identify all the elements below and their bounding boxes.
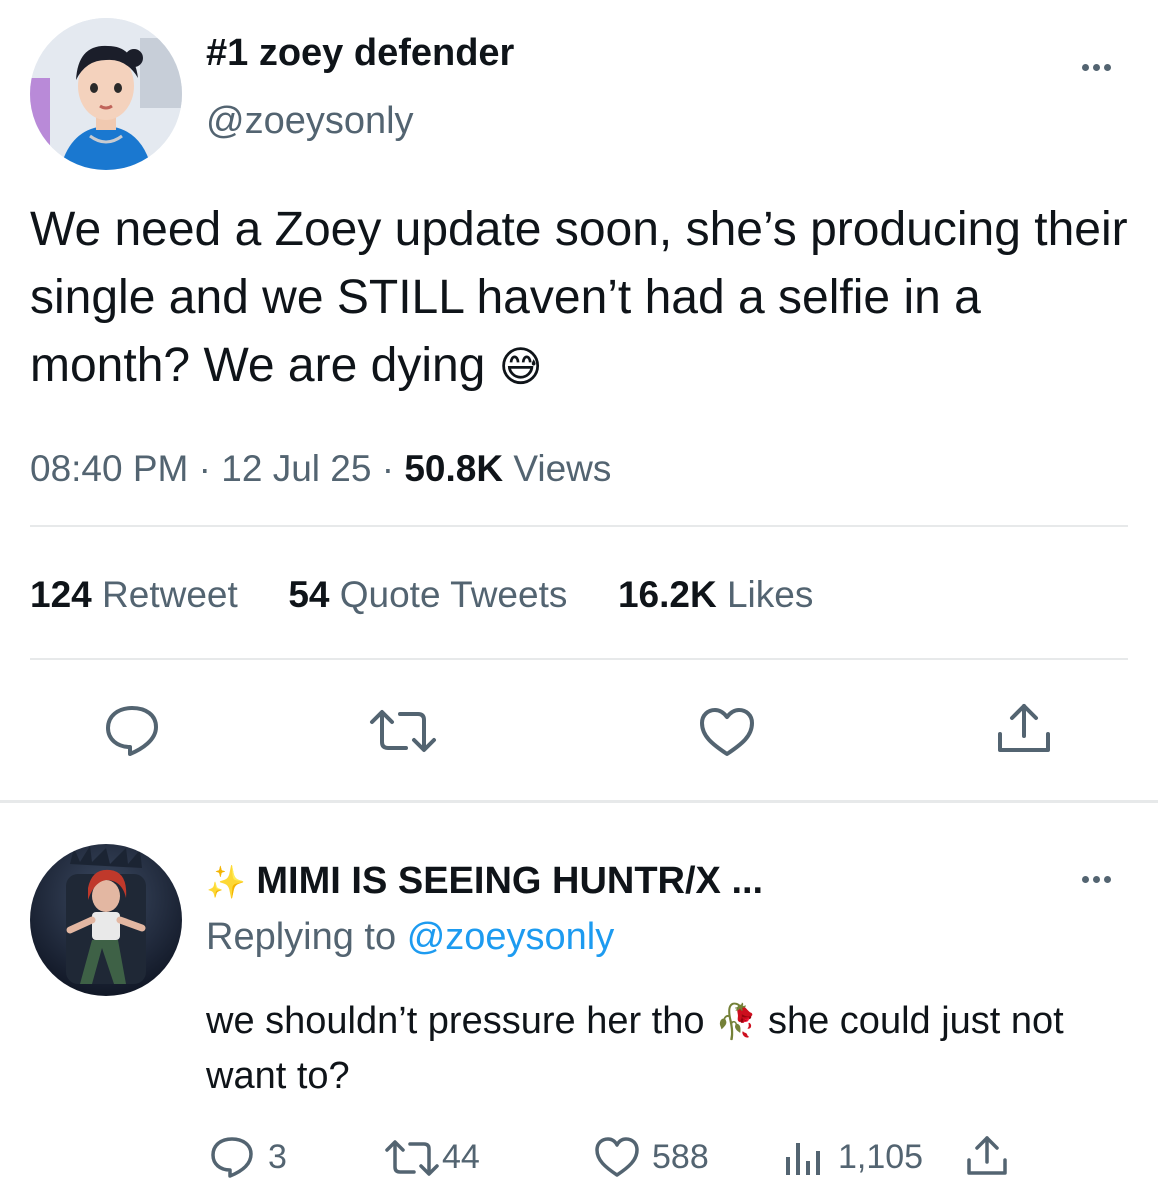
views-count: 50.8K xyxy=(404,448,504,489)
replying-to: Replying to @zoeysonly xyxy=(206,916,614,959)
share-icon[interactable] xyxy=(994,702,1054,756)
retweets-stat[interactable]: 124 Retweet xyxy=(30,574,248,615)
tweet-body: We need a Zoey update soon, she’s produc… xyxy=(30,203,1128,392)
more-dots-icon[interactable] xyxy=(1082,64,1111,71)
bar-chart-icon xyxy=(782,1139,824,1177)
quotes-count: 54 xyxy=(288,574,330,615)
divider xyxy=(30,525,1128,527)
more-dots-icon[interactable] xyxy=(1082,876,1111,883)
retweet-icon[interactable] xyxy=(368,708,438,754)
retweet-count: 44 xyxy=(442,1138,480,1176)
likes-stat[interactable]: 16.2K Likes xyxy=(618,574,813,615)
quotes-stat[interactable]: 54 Quote Tweets xyxy=(288,574,577,615)
divider xyxy=(30,658,1128,660)
likes-label: Likes xyxy=(726,574,814,615)
meta-separator: · xyxy=(198,448,211,489)
reply-bubble-icon[interactable] xyxy=(104,704,160,756)
tweet-date[interactable]: 12 Jul 25 xyxy=(221,448,371,489)
replying-prefix: Replying to xyxy=(206,916,397,958)
retweets-label: Retweet xyxy=(102,574,238,615)
section-divider xyxy=(0,800,1158,803)
tweet-stats: 124 Retweet 54 Quote Tweets 16.2K Likes xyxy=(30,574,813,616)
heart-icon[interactable] xyxy=(698,706,756,758)
meta-separator: · xyxy=(381,448,395,489)
reply-text: we shouldn’t pressure her tho 🥀 she coul… xyxy=(206,994,1106,1103)
handle[interactable]: @zoeysonly xyxy=(206,100,414,143)
sparkle-emoji: ✨ xyxy=(206,864,246,900)
retweets-count: 124 xyxy=(30,574,92,615)
reply-action-views[interactable]: 1,105 xyxy=(782,1138,923,1177)
quotes-label: Quote Tweets xyxy=(339,574,568,615)
tweet-time[interactable]: 08:40 PM xyxy=(30,448,188,489)
like-count: 588 xyxy=(652,1137,709,1176)
reply-display-name[interactable]: MIMI IS SEEING HUNTR/X ... xyxy=(256,860,763,902)
wilted-rose-emoji: 🥀 xyxy=(715,1003,758,1041)
reply-bubble-icon xyxy=(210,1136,254,1178)
reply-action-like[interactable]: 588 xyxy=(594,1136,709,1178)
likes-count: 16.2K xyxy=(617,574,717,615)
retweet-icon xyxy=(384,1139,440,1177)
avatar[interactable] xyxy=(30,18,182,170)
reply-avatar[interactable] xyxy=(30,844,182,996)
views-count: 1,105 xyxy=(838,1138,924,1176)
reply-text-part1: we shouldn’t pressure her tho xyxy=(206,1000,705,1042)
share-icon[interactable] xyxy=(964,1134,1010,1178)
reply-count: 3 xyxy=(268,1137,287,1176)
tweet-text: We need a Zoey update soon, she’s produc… xyxy=(30,196,1140,401)
tweet-meta: 08:40 PM · 12 Jul 25 · 50.8K Views xyxy=(30,448,611,490)
reply-action-retweet[interactable]: 44 xyxy=(384,1138,480,1177)
display-name[interactable]: #1 zoey defender xyxy=(206,32,514,75)
reply-action-reply[interactable]: 3 xyxy=(210,1136,287,1178)
heart-icon xyxy=(594,1136,640,1178)
sweat-smile-emoji: 😅 xyxy=(498,343,543,390)
replying-mention-link[interactable]: @zoeysonly xyxy=(407,916,615,958)
reply-header: ✨ MIMI IS SEEING HUNTR/X ... xyxy=(206,860,763,903)
views-label: Views xyxy=(513,448,612,489)
